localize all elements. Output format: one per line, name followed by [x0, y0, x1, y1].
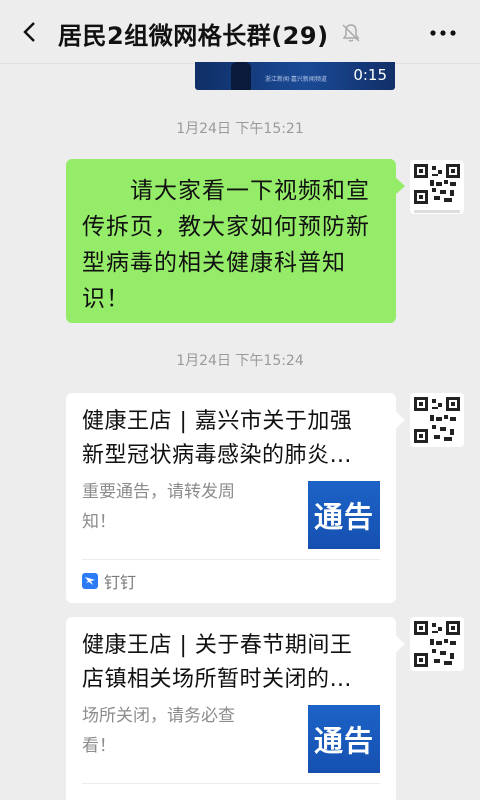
link-card[interactable]: 健康王店 | 关于春节期间王 店镇相关场所暂时关闭的… 场所关闭，请务必查 看！…: [66, 617, 405, 800]
qr-code-icon: [414, 621, 460, 667]
message-line: 传拆页，教大家如何预防新: [82, 214, 370, 240]
avatar[interactable]: [410, 393, 464, 447]
thumbnail-text: 通告: [313, 724, 374, 758]
source-label: 钉钉: [104, 573, 137, 592]
card-desc-line: 看！: [82, 736, 116, 756]
notice-thumbnail: 通告: [308, 705, 380, 773]
bubble-tail: [395, 177, 405, 195]
message-line: 型病毒的相关健康科普知: [82, 250, 346, 276]
avatar[interactable]: [410, 160, 464, 214]
chevron-left-icon[interactable]: [16, 18, 44, 46]
avatar[interactable]: [410, 617, 464, 671]
qr-code-icon: [414, 397, 460, 443]
card-desc-line: 知！: [82, 512, 116, 532]
video-caption: 浙江新闻·嘉兴新闻频道: [265, 76, 327, 83]
card-desc-line: 重要通告，请转发周: [82, 482, 235, 502]
card-title-line: 健康王店 | 嘉兴市关于加强: [82, 409, 353, 434]
card-title-line: 新型冠状病毒感染的肺炎…: [82, 443, 353, 468]
card-title-line: 店镇相关场所暂时关闭的…: [82, 667, 353, 692]
dingtalk-icon: [82, 573, 98, 589]
message-line: 识！: [82, 286, 130, 312]
divider: [82, 559, 380, 560]
notice-thumbnail: 通告: [308, 481, 380, 549]
card-title: 健康王店 | 嘉兴市关于加强 新型冠状病毒感染的肺炎…: [82, 405, 382, 473]
divider: [82, 783, 380, 784]
bubble-tail: [395, 411, 405, 429]
card-title: 健康王店 | 关于春节期间王 店镇相关场所暂时关闭的…: [82, 629, 382, 697]
card-description: 场所关闭，请务必查 看！: [82, 701, 292, 761]
timestamp: 1月24日 下午15:24: [176, 353, 304, 369]
card-desc-line: 场所关闭，请务必查: [82, 706, 235, 726]
card-description: 重要通告，请转发周 知！: [82, 477, 292, 537]
qr-caption-line: [414, 210, 460, 213]
message-line: 请大家看一下视频和宣: [82, 178, 370, 204]
more-dots-icon[interactable]: [428, 22, 458, 44]
link-card[interactable]: 健康王店 | 嘉兴市关于加强 新型冠状病毒感染的肺炎… 重要通告，请转发周 知！…: [66, 393, 405, 603]
video-message[interactable]: 浙江新闻·嘉兴新闻频道 0:15: [195, 62, 395, 90]
bell-mute-icon: [342, 24, 360, 42]
timestamp: 1月24日 下午15:21: [176, 121, 304, 137]
video-presenter-figure: [231, 62, 251, 90]
chat-header: 居民2组微网格长群(29): [0, 0, 480, 64]
chat-title: 居民2组微网格长群(29): [58, 22, 329, 50]
qr-code-icon: [414, 164, 460, 204]
text-message-bubble[interactable]: 请大家看一下视频和宣 传拆页，教大家如何预防新 型病毒的相关健康科普知 识！: [66, 159, 405, 323]
thumbnail-text: 通告: [313, 500, 374, 534]
card-title-line: 健康王店 | 关于春节期间王: [82, 633, 353, 658]
video-duration: 0:15: [353, 66, 387, 84]
card-source: 钉钉: [82, 569, 136, 593]
bubble-tail: [395, 635, 405, 653]
